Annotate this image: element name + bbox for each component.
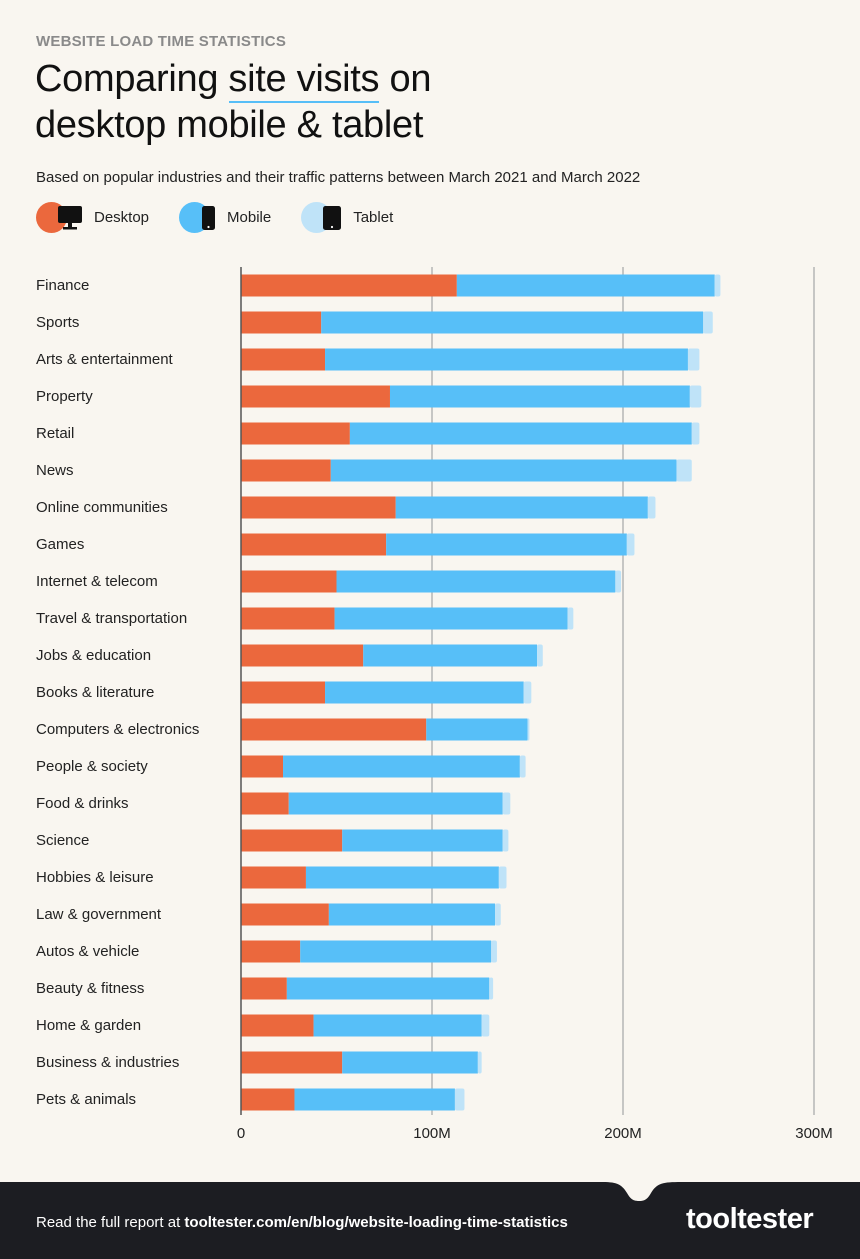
x-tick-label: 100M: [413, 1125, 451, 1142]
bar-segment-desktop: [241, 1014, 314, 1037]
bar-segment-desktop: [241, 903, 329, 926]
bar-segment-tablet: [502, 792, 511, 815]
bar-segment-desktop: [241, 311, 322, 334]
legend-label-desktop: Desktop: [94, 209, 150, 226]
legend: Desktop Mobile Tablet: [36, 202, 423, 233]
bar-segment-mobile: [395, 496, 648, 519]
bar-segment-desktop: [241, 348, 326, 371]
title-prefix: Comparing: [35, 58, 229, 100]
x-tick-label: 300M: [795, 1125, 833, 1142]
title-suffix: on: [379, 58, 432, 100]
bar-segment-tablet: [714, 274, 721, 297]
bar-segment-desktop: [241, 1088, 295, 1111]
bar-segment-mobile: [283, 755, 520, 778]
mobile-phone-icon: [202, 206, 216, 230]
tooltester-logo[interactable]: tooltester: [686, 1203, 814, 1236]
legend-item-desktop: Desktop: [36, 202, 149, 233]
bar-segment-desktop: [241, 644, 364, 667]
bar-segment-desktop: [241, 681, 326, 704]
bar-segment-mobile: [456, 274, 715, 297]
bar-segment-desktop: [241, 422, 350, 445]
bar-segment-tablet: [489, 977, 494, 1000]
bar-segment-desktop: [241, 570, 337, 593]
bar-segment-tablet: [615, 570, 622, 593]
x-tick-label: 0: [237, 1125, 245, 1142]
title-highlight: site visits: [228, 58, 380, 103]
bar-segment-desktop: [241, 459, 331, 482]
bar-segment-desktop: [241, 496, 396, 519]
desktop-monitor-icon: [58, 206, 82, 230]
bar-segment-desktop: [241, 274, 457, 297]
bar-segment-tablet: [691, 422, 700, 445]
bar-segment-mobile: [328, 903, 496, 926]
bar-segment-desktop: [241, 755, 284, 778]
bar-segment-mobile: [305, 866, 499, 889]
bar-segment-tablet: [567, 607, 574, 630]
eyebrow-label: WEBSITE LOAD TIME STATISTICS: [36, 33, 287, 50]
bar-segment-tablet: [495, 903, 501, 926]
bar-segment-desktop: [241, 607, 335, 630]
bar-segment-tablet: [626, 533, 635, 556]
bar-segment-tablet: [687, 348, 700, 371]
title-line-2: desktop mobile & tablet: [35, 104, 424, 146]
bar-segment-mobile: [336, 570, 616, 593]
bar-segment-mobile: [288, 792, 503, 815]
bar-segment-mobile: [389, 385, 690, 408]
stacked-bar-chart: Finance Sports Arts & entertainment Propert…: [0, 255, 860, 1155]
chart-title: Comparing site visits on desktop mobile &…: [35, 56, 432, 148]
bar-segment-tablet: [537, 644, 543, 667]
bar-segment-tablet: [703, 311, 713, 334]
bar-segment-tablet: [454, 1088, 465, 1111]
chart-subtitle: Based on popular industries and their tr…: [36, 169, 641, 186]
footer-prefix: Read the full report at: [36, 1214, 185, 1231]
legend-label-tablet: Tablet: [353, 209, 394, 226]
bar-segment-mobile: [300, 940, 492, 963]
bar-segment-desktop: [241, 1051, 343, 1074]
bar-segment-tablet: [689, 385, 702, 408]
legend-item-mobile: Mobile: [179, 202, 271, 233]
bar-segment-tablet: [498, 866, 507, 889]
bar-segment-tablet: [481, 1014, 490, 1037]
bar-segment-tablet: [647, 496, 656, 519]
bar-segment-mobile: [330, 459, 677, 482]
bar-segment-mobile: [286, 977, 490, 1000]
bar-segment-desktop: [241, 866, 306, 889]
bar-segment-mobile: [342, 1051, 478, 1074]
legend-item-tablet: Tablet: [301, 202, 393, 233]
bar-segment-mobile: [342, 829, 503, 852]
bar-segment-tablet: [523, 681, 532, 704]
bar-segment-desktop: [241, 792, 289, 815]
bar-segment-tablet: [477, 1051, 482, 1074]
bar-segment-mobile: [349, 422, 692, 445]
footer-read-more: Read the full report at tooltester.com/e…: [36, 1214, 568, 1231]
footer-report-link[interactable]: tooltester.com/en/blog/website-loading-t…: [184, 1214, 567, 1231]
bar-segment-desktop: [241, 977, 287, 1000]
bar-segment-desktop: [241, 385, 390, 408]
bar-segment-tablet: [519, 755, 526, 778]
bar-segment-mobile: [325, 348, 688, 371]
chart-plot-area: 0 100M 200M 300M: [237, 267, 833, 1142]
bar-segment-mobile: [363, 644, 538, 667]
bar-segment-mobile: [325, 681, 524, 704]
bar-segment-desktop: [241, 829, 343, 852]
bar-segment-mobile: [334, 607, 568, 630]
bar-segment-tablet: [676, 459, 692, 482]
bar-segment-mobile: [426, 718, 528, 741]
bar-segment-desktop: [241, 940, 301, 963]
bar-segment-tablet: [502, 829, 509, 852]
x-tick-label: 200M: [604, 1125, 642, 1142]
bar-segment-mobile: [313, 1014, 482, 1037]
bar-segment-mobile: [294, 1088, 455, 1111]
bar-segment-mobile: [321, 311, 704, 334]
footer-notch: [601, 1181, 681, 1201]
legend-label-mobile: Mobile: [227, 209, 272, 226]
tablet-icon: [323, 206, 342, 230]
bar-segment-desktop: [241, 533, 387, 556]
bar-segment-tablet: [491, 940, 497, 963]
bar-segment-desktop: [241, 718, 427, 741]
bar-segment-mobile: [386, 533, 627, 556]
bar-segment-tablet: [527, 718, 530, 741]
